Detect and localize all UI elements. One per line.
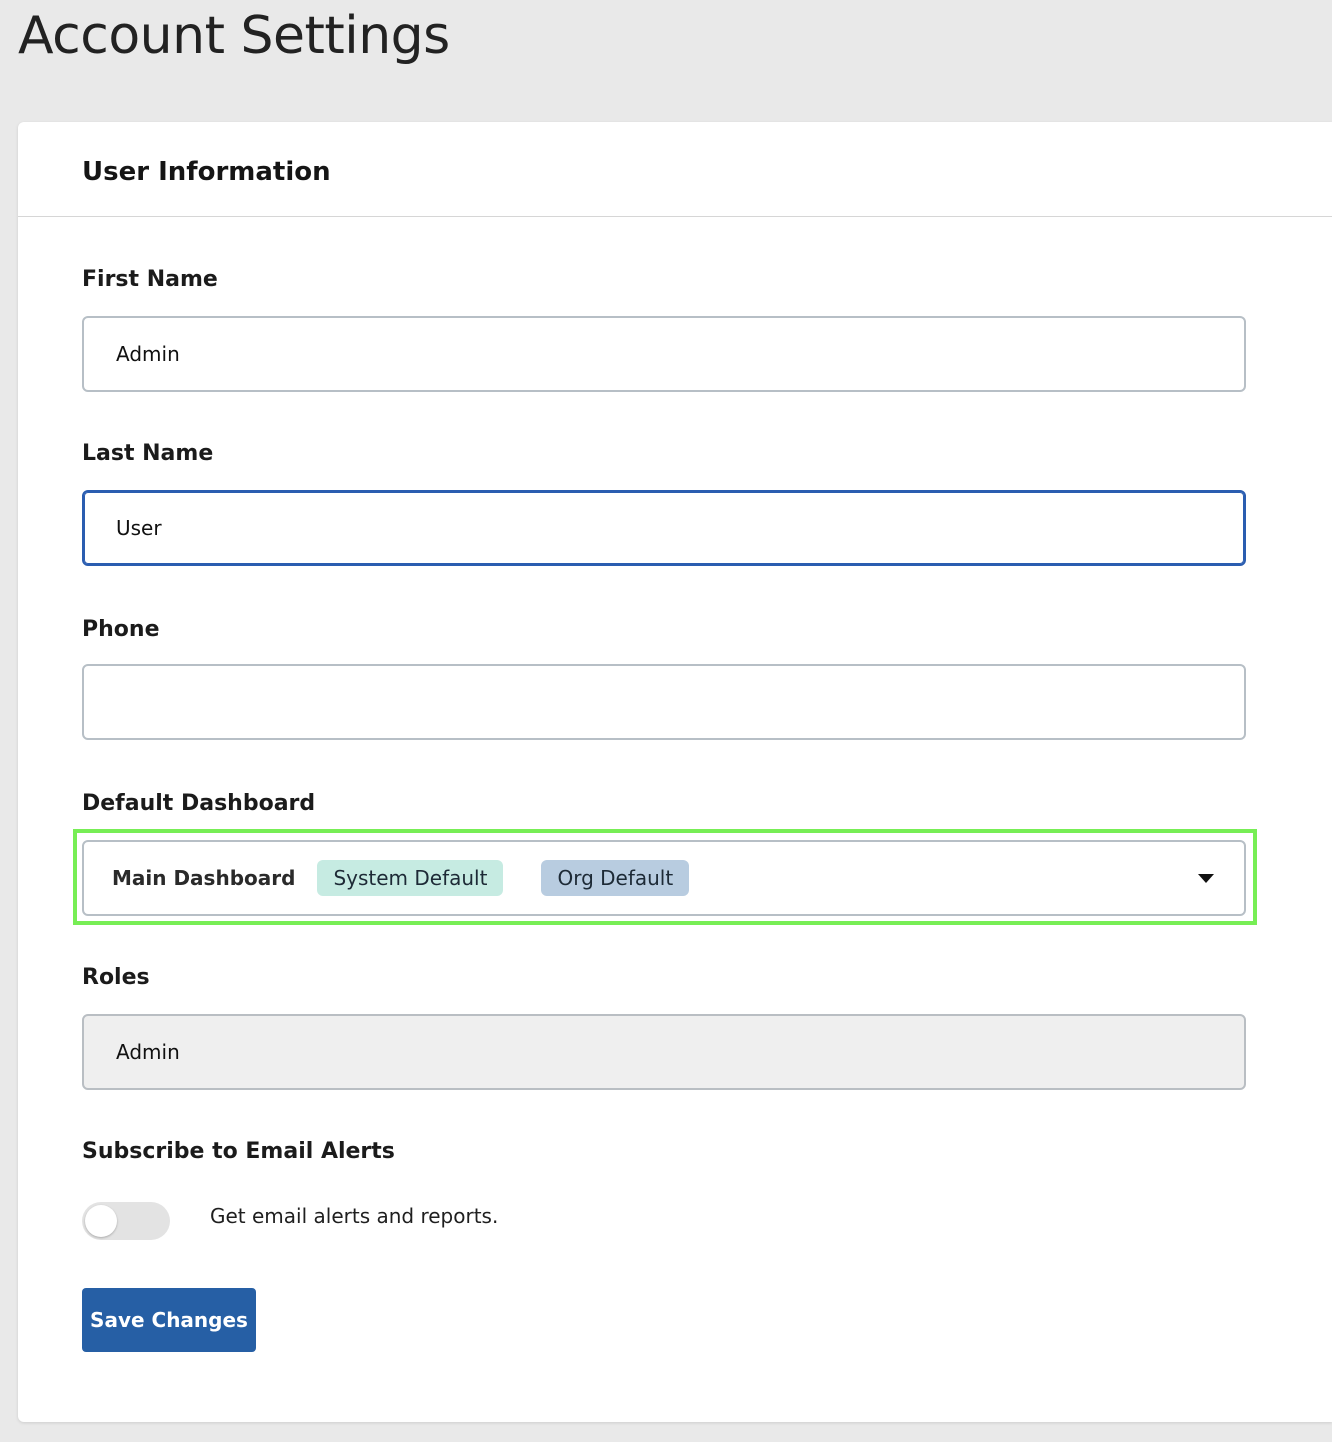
org-default-tag: Org Default <box>541 860 690 896</box>
card-header: User Information <box>18 122 1332 217</box>
save-changes-button[interactable]: Save Changes <box>82 1288 256 1352</box>
system-default-tag: System Default <box>317 860 504 896</box>
roles-input <box>82 1014 1246 1090</box>
default-dashboard-select[interactable]: Main Dashboard System Default Org Defaul… <box>82 840 1246 916</box>
user-information-card: User Information First Name Last Name Ph… <box>18 122 1332 1422</box>
email-alerts-label: Subscribe to Email Alerts <box>82 1139 395 1164</box>
page-title: Account Settings <box>18 6 450 66</box>
default-dashboard-selected-value: Main Dashboard <box>112 866 296 890</box>
email-alerts-description: Get email alerts and reports. <box>210 1204 499 1228</box>
phone-input[interactable] <box>82 664 1246 740</box>
caret-down-icon[interactable] <box>1198 874 1214 883</box>
default-dashboard-label: Default Dashboard <box>82 791 316 816</box>
roles-label: Roles <box>82 965 150 990</box>
card-title: User Information <box>82 157 331 187</box>
toggle-knob <box>85 1205 117 1237</box>
first-name-input[interactable] <box>82 316 1246 392</box>
first-name-label: First Name <box>82 267 218 292</box>
last-name-input[interactable] <box>82 490 1246 566</box>
last-name-label: Last Name <box>82 441 214 466</box>
email-alerts-toggle[interactable] <box>82 1202 170 1240</box>
phone-label: Phone <box>82 617 160 642</box>
